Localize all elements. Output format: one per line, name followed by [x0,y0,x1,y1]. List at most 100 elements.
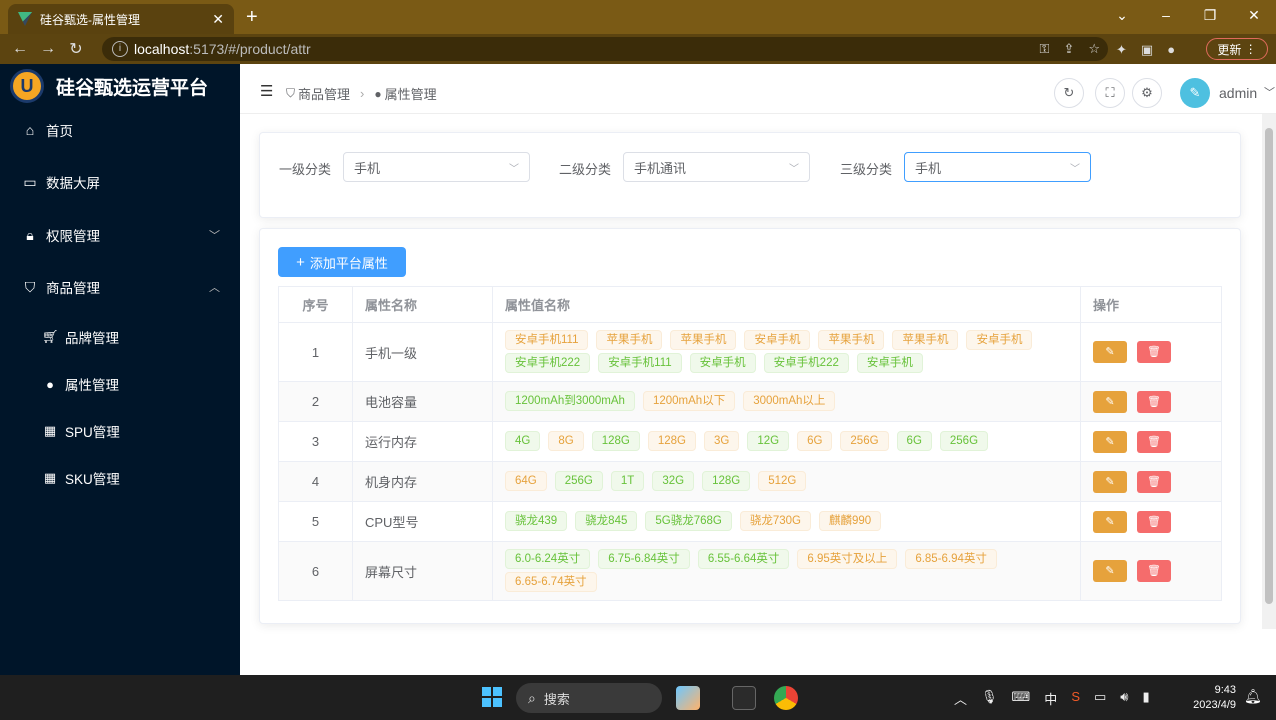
share-icon[interactable]: ⇪ [1063,41,1074,57]
edit-button[interactable]: ✎ [1093,510,1127,533]
attr-value-tag: 1T [610,471,645,491]
chevron-down-icon[interactable]: ﹀ [1264,84,1275,100]
attr-value-tag: 1200mAh以下 [642,391,736,411]
attr-value-tag: 64G [505,471,547,491]
vue-favicon-icon [18,12,32,26]
row-index: 1 [278,322,353,382]
category2-select[interactable]: 手机通讯 ﹀ [623,152,810,182]
battery-icon[interactable]: ▮ [1142,689,1149,708]
extensions-icon[interactable]: ✦ [1116,42,1127,58]
delete-button[interactable]: 🗑︎ [1137,430,1171,453]
delete-button[interactable]: 🗑︎ [1137,470,1171,493]
update-label: 更新 [1217,42,1242,57]
sidebar-item-spu[interactable]: ▦ SPU管理 [0,411,240,451]
close-window-icon[interactable]: ✕ [1232,0,1276,34]
tab-title: 硅谷甄选-属性管理 [40,12,140,27]
attr-value-tag: 4G [505,431,541,451]
sidebar-item-attr[interactable]: ● 属性管理 [0,364,240,404]
widgets-icon[interactable] [676,686,700,710]
attr-value-tag: 6.85-6.94英寸 [905,549,997,569]
microphone-icon[interactable]: 🎙︎ [981,689,998,708]
row-index: 3 [278,421,353,462]
ime-indicator[interactable]: 中 [1044,689,1057,708]
update-button[interactable]: 更新 ⋮ [1206,38,1268,60]
attr-values-cell: 64G 256G 1T 32G 128G 512G [492,461,1081,502]
edit-button[interactable]: ✎ [1093,390,1127,413]
restore-icon[interactable]: ❐ [1188,0,1232,34]
attr-value-tag: 12G [747,431,790,451]
key-icon[interactable]: ⚿ [1040,41,1050,57]
attr-value-tag: 5G骁龙768G [645,511,732,531]
sidebar-item-screen[interactable]: ▭ 数据大屏 [0,162,240,202]
attr-value-tag: 骁龙439 [505,511,568,531]
browser-tab[interactable]: 硅谷甄选-属性管理 ✕ [8,4,234,34]
volume-icon[interactable]: 🔊︎ [1120,689,1128,708]
refresh-button[interactable]: ↻ [1054,78,1084,108]
delete-button[interactable]: 🗑︎ [1137,560,1171,582]
edit-button[interactable]: ✎ [1093,430,1127,453]
keyboard-icon[interactable]: ⌨ [1012,689,1031,708]
sidebar-item-product[interactable]: ⛉ 商品管理 ︿ [0,267,240,307]
fullscreen-button[interactable]: ⛶ [1095,78,1125,108]
attr-value-tag: 512G [758,471,807,491]
terminal-icon[interactable] [732,686,756,710]
reload-icon[interactable]: ↻ [62,39,90,59]
star-icon[interactable]: ☆ [1088,41,1100,57]
forward-icon[interactable]: → [34,40,62,58]
avatar[interactable]: ✎ [1180,78,1210,108]
site-info-icon[interactable]: i [112,41,128,57]
notification-icon[interactable]: 🔔︎ [1244,688,1262,705]
profile-icon[interactable]: ● [1167,42,1175,58]
edit-button[interactable]: ✎ [1093,470,1127,493]
clock[interactable]: 9:43 2023/4/9 [1188,683,1236,713]
category3-select[interactable]: 手机 ﹀ [904,152,1091,182]
system-tray: ︿ 🎙︎ ⌨ 中 S ▭ 🔊︎ ▮ [954,689,1150,708]
windows-start-icon[interactable] [482,687,502,707]
attr-value-tag: 安卓手机222 [763,353,849,373]
add-attr-button[interactable]: + 添加平台属性 [278,247,406,277]
settings-button[interactable]: ⚙ [1132,78,1162,108]
scrollbar-thumb[interactable] [1265,128,1273,604]
tab-close-icon[interactable]: ✕ [212,11,224,28]
sidepanel-icon[interactable]: ▣ [1141,42,1153,58]
sidebar-item-home[interactable]: ⌂ 首页 [0,110,240,150]
attr-value-tag: 6G [896,431,932,451]
page-scrollbar[interactable] [1262,114,1276,629]
logo: U 硅谷甄选运营平台 [0,64,240,108]
tab-list-icon[interactable]: ⌄ [1100,0,1144,34]
gear-icon: ⚙ [1141,85,1153,100]
menu-fold-icon[interactable]: ☰ [260,82,273,100]
url-bar[interactable]: i localhost:5173/#/product/attr ⚿ ⇪ ☆ [102,37,1108,61]
main-content: 一级分类 手机 ﹀ 二级分类 手机通讯 ﹀ 三级分类 手机 ﹀ + 添加平台属性… [240,114,1262,675]
logo-icon: U [10,69,44,103]
edit-button[interactable]: ✎ [1093,341,1127,363]
taskbar-search[interactable]: ⌕ 搜索 [516,683,662,713]
username[interactable]: admin [1219,85,1257,101]
chevron-up-icon[interactable]: ︿ [954,689,967,708]
attr-value-tag: 8G [548,431,584,451]
add-attr-label: 添加平台属性 [309,255,388,271]
breadcrumb-item[interactable]: 商品管理 [298,84,350,103]
back-icon[interactable]: ← [6,40,34,58]
network-icon[interactable]: ▭ [1094,689,1106,708]
breadcrumb-item: 属性管理 [384,87,437,102]
new-tab-button[interactable]: + [246,6,258,29]
chrome-icon[interactable] [774,686,798,710]
sogou-icon[interactable]: S [1071,689,1080,708]
actions-cell: ✎ 🗑︎ [1080,501,1222,542]
attr-value-tag: 安卓手机 [744,330,811,350]
sidebar-item-brand[interactable]: 🛒︎ 品牌管理 [0,317,240,357]
sidebar-item-permission[interactable]: 🔒︎ 权限管理 ﹀ [0,215,240,255]
attr-value-tag: 32G [652,471,695,491]
sidebar-item-sku[interactable]: ▦ SKU管理 [0,458,240,498]
attr-value-tag: 麒麟990 [819,511,882,531]
delete-button[interactable]: 🗑︎ [1137,510,1171,533]
category1-select[interactable]: 手机 ﹀ [343,152,530,182]
minimize-icon[interactable]: – [1144,0,1188,34]
attr-name: 电池容量 [352,381,493,422]
clock-time: 9:43 [1214,684,1236,696]
fullscreen-icon: ⛶ [1105,85,1115,100]
delete-button[interactable]: 🗑︎ [1137,390,1171,413]
delete-button[interactable]: 🗑︎ [1137,341,1171,363]
edit-button[interactable]: ✎ [1093,560,1127,582]
